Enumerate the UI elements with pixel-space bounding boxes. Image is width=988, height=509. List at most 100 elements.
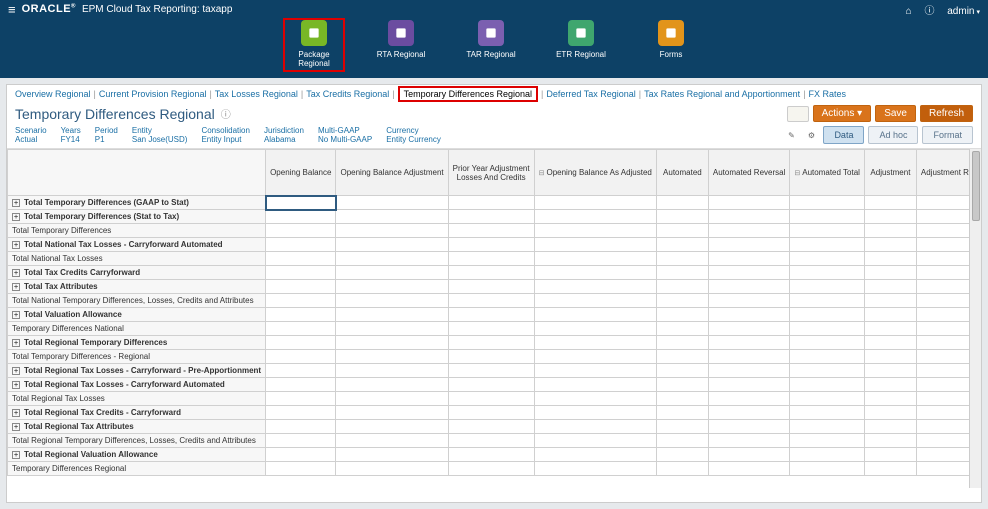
breadcrumb-link[interactable]: Overview Regional xyxy=(15,89,91,99)
grid-cell[interactable] xyxy=(266,350,336,364)
grid-cell[interactable] xyxy=(656,406,708,420)
row-header[interactable]: +Total Tax Attributes xyxy=(8,280,266,294)
grid-cell[interactable] xyxy=(708,294,789,308)
row-header[interactable]: +Total Temporary Differences (Stat to Ta… xyxy=(8,210,266,224)
grid-cell[interactable] xyxy=(864,336,916,350)
grid-cell[interactable] xyxy=(864,280,916,294)
grid-cell[interactable] xyxy=(864,196,916,210)
grid-cell[interactable] xyxy=(790,196,865,210)
card-etr-regional[interactable]: ETR Regional xyxy=(551,20,611,59)
grid-cell[interactable] xyxy=(266,210,336,224)
breadcrumb-link[interactable]: FX Rates xyxy=(809,89,847,99)
grid-cell[interactable] xyxy=(448,210,534,224)
grid-cell[interactable] xyxy=(656,434,708,448)
grid-cell[interactable] xyxy=(448,448,534,462)
grid-cell[interactable] xyxy=(534,252,656,266)
grid-cell[interactable] xyxy=(336,462,448,476)
expand-icon[interactable]: + xyxy=(12,409,20,417)
grid-cell[interactable] xyxy=(266,406,336,420)
grid-cell[interactable] xyxy=(656,448,708,462)
grid-cell[interactable] xyxy=(790,448,865,462)
grid-cell[interactable] xyxy=(656,266,708,280)
breadcrumb-link[interactable]: Deferred Tax Regional xyxy=(546,89,635,99)
grid-cell[interactable] xyxy=(864,364,916,378)
grid-cell[interactable] xyxy=(448,238,534,252)
grid-cell[interactable] xyxy=(790,434,865,448)
grid-cell[interactable] xyxy=(448,294,534,308)
grid-cell[interactable] xyxy=(266,196,336,210)
grid-cell[interactable] xyxy=(534,336,656,350)
grid-cell[interactable] xyxy=(336,224,448,238)
grid-cell[interactable] xyxy=(266,224,336,238)
grid-cell[interactable] xyxy=(448,434,534,448)
pov-multi-gaap[interactable]: Multi-GAAPNo Multi-GAAP xyxy=(318,126,372,144)
row-header[interactable]: Temporary Differences National xyxy=(8,322,266,336)
row-header[interactable]: Total National Temporary Differences, Lo… xyxy=(8,294,266,308)
gear-icon[interactable]: ⚙ xyxy=(803,127,819,143)
grid-cell[interactable] xyxy=(336,196,448,210)
expand-icon[interactable]: + xyxy=(12,367,20,375)
grid-cell[interactable] xyxy=(656,238,708,252)
row-header[interactable]: Total National Tax Losses xyxy=(8,252,266,266)
grid-cell[interactable] xyxy=(708,196,789,210)
grid-cell[interactable] xyxy=(448,308,534,322)
grid-cell[interactable] xyxy=(534,266,656,280)
grid-cell[interactable] xyxy=(266,448,336,462)
grid-cell[interactable] xyxy=(534,308,656,322)
expand-icon[interactable]: + xyxy=(12,423,20,431)
grid-cell[interactable] xyxy=(534,392,656,406)
row-header[interactable]: +Total Regional Tax Losses - Carryforwar… xyxy=(8,364,266,378)
column-header[interactable]: ⊟Opening Balance As Adjusted xyxy=(534,150,656,196)
grid-cell[interactable] xyxy=(656,224,708,238)
grid-cell[interactable] xyxy=(864,252,916,266)
grid-cell[interactable] xyxy=(534,224,656,238)
grid-cell[interactable] xyxy=(864,448,916,462)
grid-cell[interactable] xyxy=(790,462,865,476)
breadcrumb-link[interactable]: Tax Losses Regional xyxy=(215,89,298,99)
grid-cell[interactable] xyxy=(708,434,789,448)
grid-cell[interactable] xyxy=(448,224,534,238)
grid-cell[interactable] xyxy=(656,462,708,476)
grid-cell[interactable] xyxy=(336,210,448,224)
row-header[interactable]: Total Regional Tax Losses xyxy=(8,392,266,406)
pov-period[interactable]: PeriodP1 xyxy=(95,126,118,144)
collapse-icon[interactable]: ⊟ xyxy=(794,170,800,177)
grid-cell[interactable] xyxy=(656,420,708,434)
grid-cell[interactable] xyxy=(266,336,336,350)
grid-cell[interactable] xyxy=(534,406,656,420)
user-menu[interactable]: admin xyxy=(947,6,980,17)
grid-cell[interactable] xyxy=(448,364,534,378)
grid-cell[interactable] xyxy=(790,406,865,420)
expand-icon[interactable]: + xyxy=(12,283,20,291)
keyboard-icon[interactable] xyxy=(787,106,809,122)
grid-cell[interactable] xyxy=(534,280,656,294)
grid-cell[interactable] xyxy=(336,434,448,448)
row-header[interactable]: +Total Regional Tax Losses - Carryforwar… xyxy=(8,378,266,392)
expand-icon[interactable]: + xyxy=(12,339,20,347)
grid-cell[interactable] xyxy=(336,280,448,294)
grid-cell[interactable] xyxy=(790,224,865,238)
grid-cell[interactable] xyxy=(864,420,916,434)
grid-cell[interactable] xyxy=(790,280,865,294)
column-header[interactable]: Opening Balance xyxy=(266,150,336,196)
grid-cell[interactable] xyxy=(708,238,789,252)
card-forms[interactable]: Forms xyxy=(641,20,701,59)
grid-cell[interactable] xyxy=(656,308,708,322)
grid-cell[interactable] xyxy=(448,336,534,350)
grid-cell[interactable] xyxy=(336,336,448,350)
grid-cell[interactable] xyxy=(708,266,789,280)
grid-cell[interactable] xyxy=(656,322,708,336)
grid-cell[interactable] xyxy=(336,420,448,434)
grid-cell[interactable] xyxy=(336,406,448,420)
grid-cell[interactable] xyxy=(336,392,448,406)
grid-cell[interactable] xyxy=(266,378,336,392)
grid-cell[interactable] xyxy=(656,280,708,294)
grid-cell[interactable] xyxy=(448,406,534,420)
collapse-icon[interactable]: ⊟ xyxy=(539,170,545,177)
row-header[interactable]: +Total Temporary Differences (GAAP to St… xyxy=(8,196,266,210)
grid-cell[interactable] xyxy=(336,308,448,322)
grid-cell[interactable] xyxy=(448,252,534,266)
grid-cell[interactable] xyxy=(708,392,789,406)
row-header[interactable]: +Total Tax Credits Carryforward xyxy=(8,266,266,280)
grid-cell[interactable] xyxy=(336,252,448,266)
